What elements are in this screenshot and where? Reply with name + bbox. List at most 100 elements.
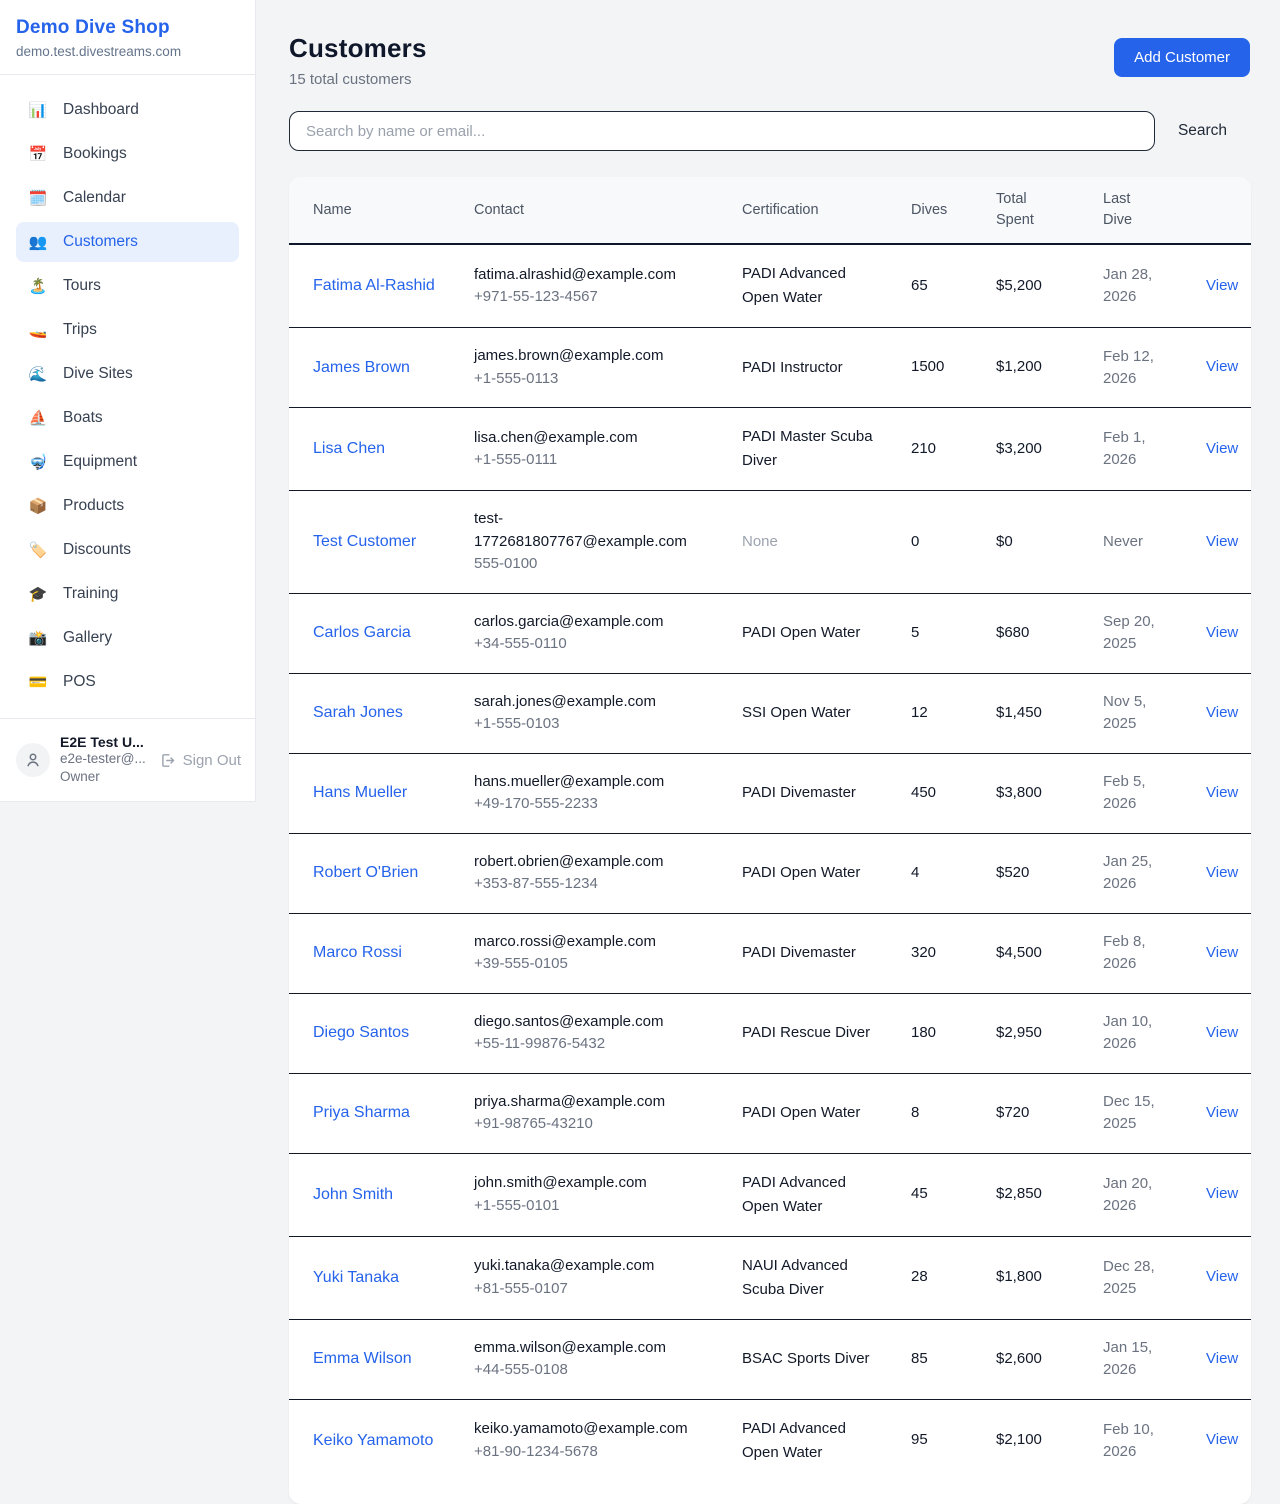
dives-cell: 450 bbox=[895, 765, 980, 822]
last-dive-cell: Feb 10, 2026 bbox=[1087, 1402, 1196, 1480]
view-link[interactable]: View bbox=[1196, 765, 1251, 822]
total-spent-cell: $5,200 bbox=[980, 258, 1087, 315]
customer-email: priya.sharma@example.com bbox=[474, 1091, 710, 1114]
table-row: Priya Sharma priya.sharma@example.com +9… bbox=[289, 1074, 1251, 1154]
customer-email: carlos.garcia@example.com bbox=[474, 611, 710, 634]
customer-name-link[interactable]: Yuki Tanaka bbox=[289, 1249, 458, 1307]
sidebar-item-boats[interactable]: ⛵ Boats bbox=[16, 398, 239, 438]
view-link[interactable]: View bbox=[1196, 258, 1251, 315]
view-link[interactable]: View bbox=[1196, 685, 1251, 742]
contact-cell: james.brown@example.com +1-555-0113 bbox=[458, 328, 726, 407]
sidebar-item-dive-sites[interactable]: 🌊 Dive Sites bbox=[16, 354, 239, 394]
customer-email: john.smith@example.com bbox=[474, 1172, 710, 1195]
customer-name-link[interactable]: Lisa Chen bbox=[289, 420, 458, 478]
last-dive-cell: Nov 5, 2025 bbox=[1087, 674, 1196, 752]
sidebar-item-products[interactable]: 📦 Products bbox=[16, 486, 239, 526]
sidebar-item-discounts[interactable]: 🏷️ Discounts bbox=[16, 530, 239, 570]
total-spent-cell: $2,950 bbox=[980, 1005, 1087, 1062]
total-spent-cell: $1,800 bbox=[980, 1249, 1087, 1306]
certification-cell: NAUI Advanced Scuba Diver bbox=[726, 1237, 895, 1319]
pos-icon: 💳 bbox=[28, 673, 48, 691]
view-link[interactable]: View bbox=[1196, 514, 1251, 571]
total-spent-cell: $2,100 bbox=[980, 1412, 1087, 1469]
customer-name-link[interactable]: Carlos Garcia bbox=[289, 604, 458, 662]
person-icon bbox=[24, 751, 42, 769]
add-customer-button[interactable]: Add Customer bbox=[1114, 38, 1250, 77]
sign-out-button[interactable]: Sign Out bbox=[159, 752, 241, 769]
certification-cell: PADI Advanced Open Water bbox=[726, 1154, 895, 1236]
customer-email: robert.obrien@example.com bbox=[474, 851, 710, 874]
customer-phone: +1-555-0113 bbox=[474, 368, 710, 391]
last-dive-cell: Dec 28, 2025 bbox=[1087, 1239, 1196, 1317]
customers-table: Name Contact Certification Dives Total S… bbox=[289, 177, 1251, 1504]
table-row: Carlos Garcia carlos.garcia@example.com … bbox=[289, 594, 1251, 674]
certification-cell: PADI Open Water bbox=[726, 844, 895, 902]
sidebar-item-trips[interactable]: 🚤 Trips bbox=[16, 310, 239, 350]
tours-icon: 🏝️ bbox=[28, 277, 48, 295]
sidebar-item-training[interactable]: 🎓 Training bbox=[16, 574, 239, 614]
table-row: Keiko Yamamoto keiko.yamamoto@example.co… bbox=[289, 1400, 1251, 1482]
contact-cell: hans.mueller@example.com +49-170-555-223… bbox=[458, 754, 726, 833]
customer-name-link[interactable]: Fatima Al-Rashid bbox=[289, 257, 458, 315]
gallery-icon: 📸 bbox=[28, 629, 48, 647]
view-link[interactable]: View bbox=[1196, 1085, 1251, 1142]
sidebar-item-calendar[interactable]: 🗓️ Calendar bbox=[16, 178, 239, 218]
last-dive-cell: Feb 8, 2026 bbox=[1087, 914, 1196, 992]
total-spent-cell: $2,850 bbox=[980, 1166, 1087, 1223]
customer-name-link[interactable]: Marco Rossi bbox=[289, 924, 458, 982]
sidebar-item-tours[interactable]: 🏝️ Tours bbox=[16, 266, 239, 306]
last-dive-cell: Jan 15, 2026 bbox=[1087, 1320, 1196, 1398]
view-link[interactable]: View bbox=[1196, 845, 1251, 902]
brand-domain: demo.test.divestreams.com bbox=[16, 44, 239, 59]
sidebar-item-customers[interactable]: 👥 Customers bbox=[16, 222, 239, 262]
view-link[interactable]: View bbox=[1196, 1412, 1251, 1469]
customer-name-link[interactable]: Test Customer bbox=[289, 513, 458, 571]
view-link[interactable]: View bbox=[1196, 339, 1251, 396]
view-link[interactable]: View bbox=[1196, 1005, 1251, 1062]
dives-cell: 65 bbox=[895, 258, 980, 315]
sidebar-item-label: Products bbox=[63, 497, 124, 515]
view-link[interactable]: View bbox=[1196, 1166, 1251, 1223]
dives-cell: 4 bbox=[895, 845, 980, 902]
brand-name: Demo Dive Shop bbox=[16, 17, 239, 39]
customer-name-link[interactable]: Sarah Jones bbox=[289, 684, 458, 742]
sidebar-item-bookings[interactable]: 📅 Bookings bbox=[16, 134, 239, 174]
customer-phone: +49-170-555-2233 bbox=[474, 793, 710, 816]
customer-name-link[interactable]: Hans Mueller bbox=[289, 764, 458, 822]
customer-email: lisa.chen@example.com bbox=[474, 427, 710, 450]
search-input[interactable] bbox=[289, 111, 1155, 151]
user-section: E2E Test U... e2e-tester@... Owner Sign … bbox=[0, 718, 255, 801]
customer-name-link[interactable]: Emma Wilson bbox=[289, 1330, 458, 1388]
customer-name-link[interactable]: Keiko Yamamoto bbox=[289, 1412, 458, 1470]
sidebar-item-label: Dashboard bbox=[63, 101, 139, 119]
view-link[interactable]: View bbox=[1196, 1249, 1251, 1306]
customer-name-link[interactable]: James Brown bbox=[289, 339, 458, 397]
dashboard-icon: 📊 bbox=[28, 101, 48, 119]
sidebar-item-pos[interactable]: 💳 POS bbox=[16, 662, 239, 702]
table-row: Fatima Al-Rashid fatima.alrashid@example… bbox=[289, 245, 1251, 328]
total-spent-cell: $720 bbox=[980, 1085, 1087, 1142]
customer-name-link[interactable]: Diego Santos bbox=[289, 1004, 458, 1062]
view-link[interactable]: View bbox=[1196, 605, 1251, 662]
sidebar: Demo Dive Shop demo.test.divestreams.com… bbox=[0, 0, 256, 802]
last-dive-cell: Sep 20, 2025 bbox=[1087, 594, 1196, 672]
view-link[interactable]: View bbox=[1196, 1331, 1251, 1388]
sidebar-item-equipment[interactable]: 🤿 Equipment bbox=[16, 442, 239, 482]
contact-cell: sarah.jones@example.com +1-555-0103 bbox=[458, 674, 726, 753]
discounts-icon: 🏷️ bbox=[28, 541, 48, 559]
user-meta: E2E Test U... e2e-tester@... Owner bbox=[60, 734, 146, 786]
certification-cell: PADI Divemaster bbox=[726, 764, 895, 822]
view-link[interactable]: View bbox=[1196, 421, 1251, 478]
last-dive-cell: Feb 1, 2026 bbox=[1087, 410, 1196, 488]
view-link[interactable]: View bbox=[1196, 925, 1251, 982]
sidebar-item-label: Trips bbox=[63, 321, 97, 339]
table-body: Fatima Al-Rashid fatima.alrashid@example… bbox=[289, 245, 1251, 1482]
customer-name-link[interactable]: Robert O'Brien bbox=[289, 844, 458, 902]
customer-name-link[interactable]: John Smith bbox=[289, 1166, 458, 1224]
search-button[interactable]: Search bbox=[1155, 114, 1250, 148]
table-row: Test Customer test-1772681807767@example… bbox=[289, 491, 1251, 594]
customer-phone: +1-555-0101 bbox=[474, 1195, 710, 1218]
customer-name-link[interactable]: Priya Sharma bbox=[289, 1084, 458, 1142]
sidebar-item-gallery[interactable]: 📸 Gallery bbox=[16, 618, 239, 658]
sidebar-item-dashboard[interactable]: 📊 Dashboard bbox=[16, 90, 239, 130]
